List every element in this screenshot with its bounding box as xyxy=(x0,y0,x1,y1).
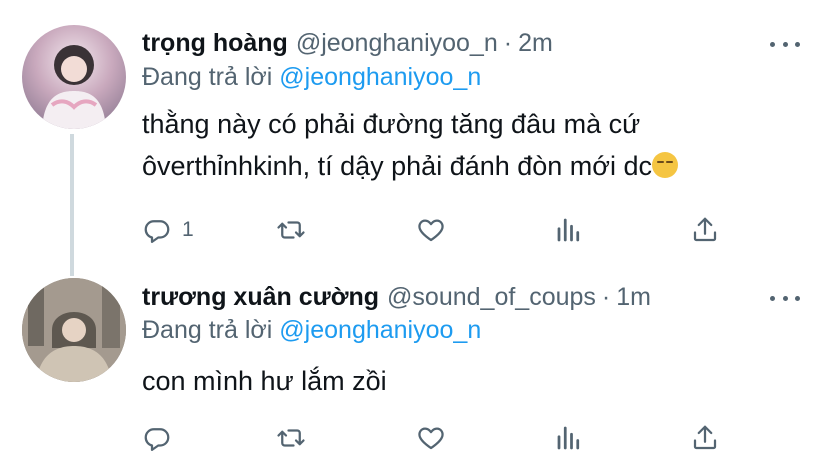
tweet-text: thằng này có phải đường tăng đâu mà cứ ô… xyxy=(142,103,782,187)
analytics-icon xyxy=(557,426,580,450)
timestamp[interactable]: 1m xyxy=(616,283,651,312)
replying-to-label: Đang trả lời xyxy=(142,63,273,91)
avatar-image xyxy=(22,278,126,382)
replying-to-label: Đang trả lời xyxy=(142,316,273,344)
reply-icon xyxy=(144,428,170,451)
retweet-icon xyxy=(277,221,305,239)
reply-button[interactable] xyxy=(142,420,182,456)
retweet-icon xyxy=(277,429,305,447)
share-icon xyxy=(693,425,717,450)
analytics-button[interactable] xyxy=(554,420,584,456)
tweet-header: trương xuân cường @sound_of_coups · 1m xyxy=(142,280,651,314)
replying-to: Đang trả lời @jeonghaniyoo_n xyxy=(142,316,481,345)
username[interactable]: @sound_of_coups xyxy=(387,283,596,312)
replying-to: Đang trả lời @jeonghaniyoo_n xyxy=(142,63,481,92)
analytics-button[interactable] xyxy=(554,212,584,248)
tweet[interactable]: trọng hoàng @jeonghaniyoo_n · 2m Đang tr… xyxy=(0,0,828,276)
like-icon xyxy=(418,219,444,242)
avatar[interactable] xyxy=(22,278,126,382)
username[interactable]: @jeonghaniyoo_n xyxy=(296,29,498,58)
more-icon[interactable] xyxy=(770,288,800,308)
separator: · xyxy=(601,282,611,311)
share-icon xyxy=(693,217,717,242)
display-name[interactable]: trương xuân cường xyxy=(142,283,379,312)
retweet-button[interactable] xyxy=(276,212,306,248)
separator: · xyxy=(503,28,513,57)
share-button[interactable] xyxy=(690,212,720,248)
analytics-icon xyxy=(557,218,580,242)
tweet-text-line: con mình hư lắm zồi xyxy=(142,366,387,396)
tweet-text-line: thằng này có phải đường tăng đâu mà cứ xyxy=(142,109,641,139)
share-button[interactable] xyxy=(690,420,720,456)
pensive-face-icon xyxy=(652,152,679,178)
like-icon xyxy=(418,427,444,450)
replying-to-handle[interactable]: @jeonghaniyoo_n xyxy=(279,316,481,344)
tweet[interactable]: trương xuân cường @sound_of_coups · 1m Đ… xyxy=(0,268,828,467)
like-button[interactable] xyxy=(416,420,446,456)
timestamp[interactable]: 2m xyxy=(518,29,553,58)
tweet-header: trọng hoàng @jeonghaniyoo_n · 2m xyxy=(142,26,553,60)
tweet-text: con mình hư lắm zồi xyxy=(142,360,782,402)
reply-button[interactable]: 1 xyxy=(142,212,194,248)
avatar-image xyxy=(42,45,106,129)
reply-icon xyxy=(144,220,170,243)
action-bar: 1 xyxy=(142,212,732,248)
action-bar xyxy=(142,420,732,456)
retweet-button[interactable] xyxy=(276,420,306,456)
avatar[interactable] xyxy=(22,25,126,129)
like-button[interactable] xyxy=(416,212,446,248)
tweet-text-line: ôverthỉnhkinh, tí dậy phải đánh đòn mới … xyxy=(142,145,782,187)
display-name[interactable]: trọng hoàng xyxy=(142,29,288,58)
more-icon[interactable] xyxy=(770,34,800,54)
replying-to-handle[interactable]: @jeonghaniyoo_n xyxy=(279,63,481,91)
reply-count: 1 xyxy=(182,218,194,241)
thread-line xyxy=(70,134,74,276)
